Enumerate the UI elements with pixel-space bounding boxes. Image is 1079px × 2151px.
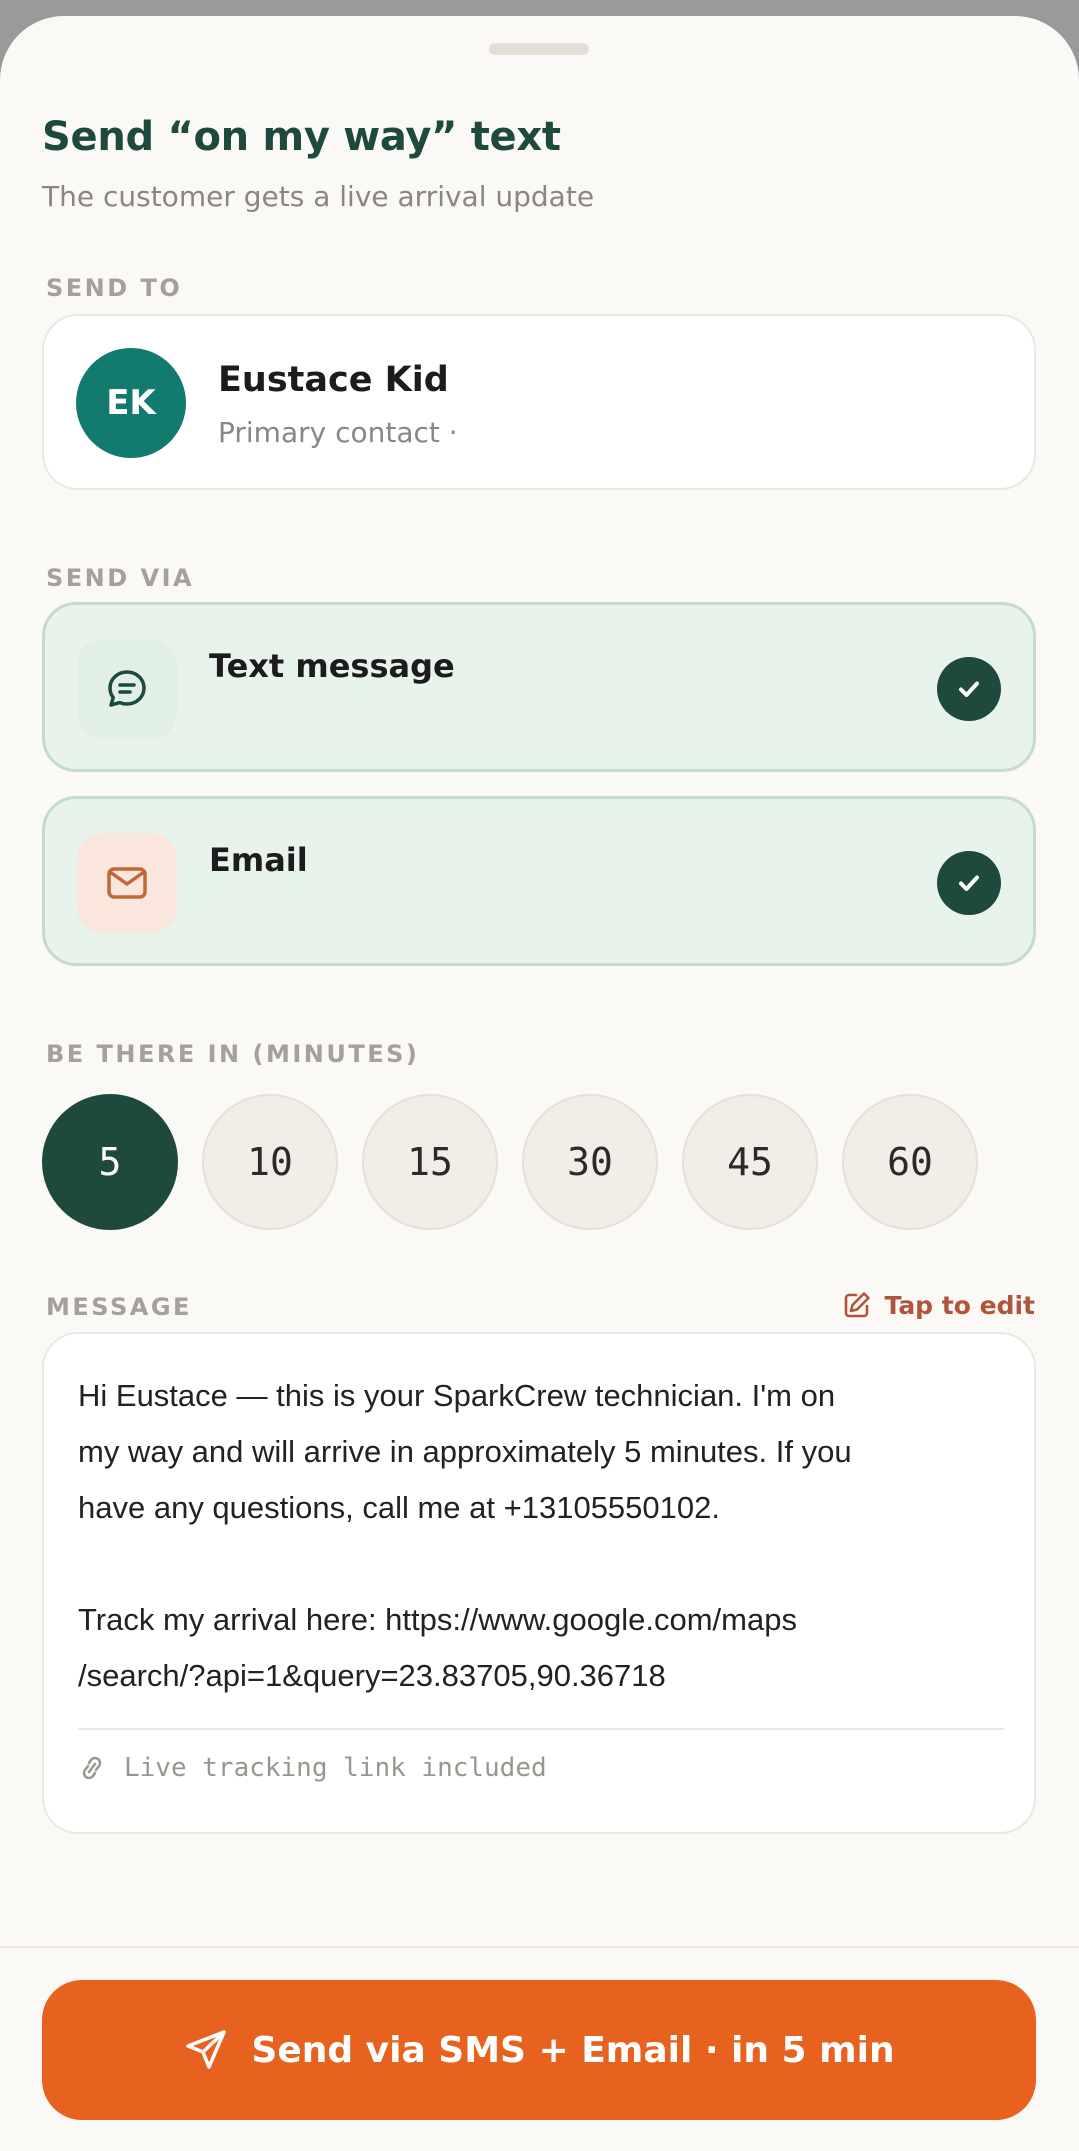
- eta-chip-5[interactable]: 5: [42, 1094, 178, 1230]
- sheet-subtitle: The customer gets a live arrival update: [42, 180, 595, 213]
- drag-handle[interactable]: [489, 43, 589, 55]
- send-via-label: SEND VIA: [46, 564, 195, 592]
- option-email[interactable]: Email: [42, 796, 1036, 966]
- option-label: Text message: [209, 647, 455, 685]
- eta-label: BE THERE IN (MINUTES): [46, 1040, 420, 1068]
- sheet-title: Send “on my way” text: [42, 114, 561, 160]
- send-button-label: Send via SMS + Email · in 5 min: [251, 2029, 895, 2071]
- send-to-label: SEND TO: [46, 274, 183, 302]
- eta-chip-15[interactable]: 15: [362, 1094, 498, 1230]
- message-card[interactable]: Hi Eustace — this is your SparkCrew tech…: [42, 1332, 1036, 1834]
- message-label: MESSAGE: [46, 1293, 192, 1321]
- recipient-card[interactable]: EK Eustace Kid Primary contact ·: [42, 314, 1036, 490]
- chat-bubble-icon: [77, 639, 177, 739]
- option-label: Email: [209, 841, 308, 879]
- eta-chip-45[interactable]: 45: [682, 1094, 818, 1230]
- avatar: EK: [76, 348, 186, 458]
- contact-name: Eustace Kid: [218, 360, 449, 400]
- eta-chip-10[interactable]: 10: [202, 1094, 338, 1230]
- send-button[interactable]: Send via SMS + Email · in 5 min: [42, 1980, 1036, 2120]
- tracking-note-text: Live tracking link included: [124, 1753, 547, 1783]
- bottom-sheet: Send “on my way” text The customer gets …: [0, 16, 1079, 2151]
- edit-icon: [845, 1292, 871, 1318]
- checkmark-icon[interactable]: [937, 851, 1001, 915]
- tap-to-edit-label: Tap to edit: [884, 1290, 1035, 1320]
- link-icon: [82, 1756, 102, 1780]
- eta-chip-30[interactable]: 30: [522, 1094, 658, 1230]
- footer-divider: [0, 1946, 1079, 1948]
- tap-to-edit-button[interactable]: Tap to edit: [842, 1290, 1035, 1320]
- checkmark-icon[interactable]: [937, 657, 1001, 721]
- eta-chip-60[interactable]: 60: [842, 1094, 978, 1230]
- mail-icon: [77, 833, 177, 933]
- message-body[interactable]: Hi Eustace — this is your SparkCrew tech…: [78, 1368, 1008, 1704]
- contact-subtitle: Primary contact ·: [218, 416, 458, 449]
- send-icon: [186, 2030, 227, 2069]
- tracking-note: Live tracking link included: [78, 1752, 547, 1784]
- option-text-message[interactable]: Text message: [42, 602, 1036, 772]
- divider: [78, 1728, 1004, 1730]
